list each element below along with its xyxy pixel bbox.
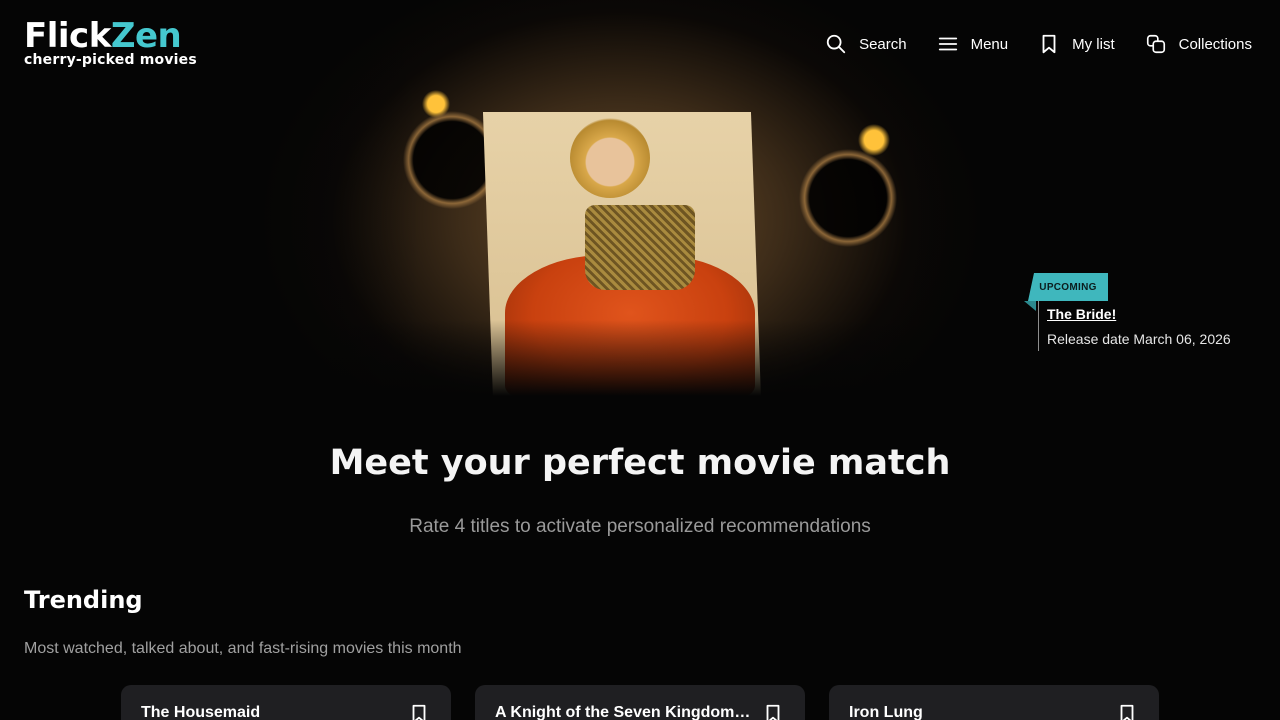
- movie-card[interactable]: Iron Lung: [829, 685, 1159, 720]
- logo[interactable]: Flick Zen cherry-picked movies: [24, 18, 197, 68]
- page-headline: Meet your perfect movie match: [329, 443, 951, 483]
- search-icon: [826, 34, 846, 54]
- nav-search-label: Search: [859, 35, 907, 53]
- nav-my-list-button[interactable]: My list: [1038, 33, 1115, 55]
- movie-card-title: The Housemaid: [141, 704, 261, 720]
- bookmark-icon[interactable]: [408, 702, 430, 720]
- logo-part-zen: Zen: [110, 16, 182, 56]
- trending-description: Most watched, talked about, and fast-ris…: [24, 640, 462, 657]
- upcoming-badge: UPCOMING: [1028, 273, 1108, 301]
- movie-card[interactable]: The Housemaid: [121, 685, 451, 720]
- nav-menu-label: Menu: [970, 35, 1009, 53]
- upcoming-release-date: Release date March 06, 2026: [1047, 331, 1231, 347]
- bookmark-icon: [1042, 34, 1056, 54]
- nav-my-list-label: My list: [1072, 35, 1115, 53]
- nav-collections-label: Collections: [1178, 35, 1252, 53]
- site-header: Flick Zen cherry-picked movies Search Me…: [0, 0, 1280, 90]
- bookmark-icon[interactable]: [1116, 702, 1138, 720]
- logo-wordmark: Flick Zen: [24, 18, 197, 54]
- page: Flick Zen cherry-picked movies Search Me…: [0, 0, 1280, 720]
- nav-menu-button[interactable]: Menu: [937, 33, 1009, 55]
- nav-search-button[interactable]: Search: [825, 33, 907, 55]
- hero-image-top: [585, 205, 695, 290]
- hero-image-head: [570, 118, 650, 198]
- main-nav: Search Menu My list Collections: [825, 33, 1252, 55]
- trending-cards: The Housemaid A Knight of the Seven King…: [121, 685, 1159, 720]
- upcoming-divider: [1038, 301, 1039, 351]
- movie-card-title: Iron Lung: [849, 704, 923, 720]
- trending-title: Trending: [24, 586, 143, 614]
- nav-collections-button[interactable]: Collections: [1145, 33, 1252, 55]
- upcoming-title-link[interactable]: The Bride!: [1047, 306, 1116, 322]
- movie-card-title: A Knight of the Seven Kingdoms: The Hedg…: [495, 704, 757, 720]
- bookmark-icon[interactable]: [762, 702, 784, 720]
- movie-card[interactable]: A Knight of the Seven Kingdoms: The Hedg…: [475, 685, 805, 720]
- logo-part-flick: Flick: [24, 16, 111, 56]
- collections-icon: [1146, 34, 1165, 54]
- logo-tagline: cherry-picked movies: [24, 52, 197, 68]
- menu-icon: [938, 37, 957, 51]
- page-subline: Rate 4 titles to activate personalized r…: [409, 516, 871, 537]
